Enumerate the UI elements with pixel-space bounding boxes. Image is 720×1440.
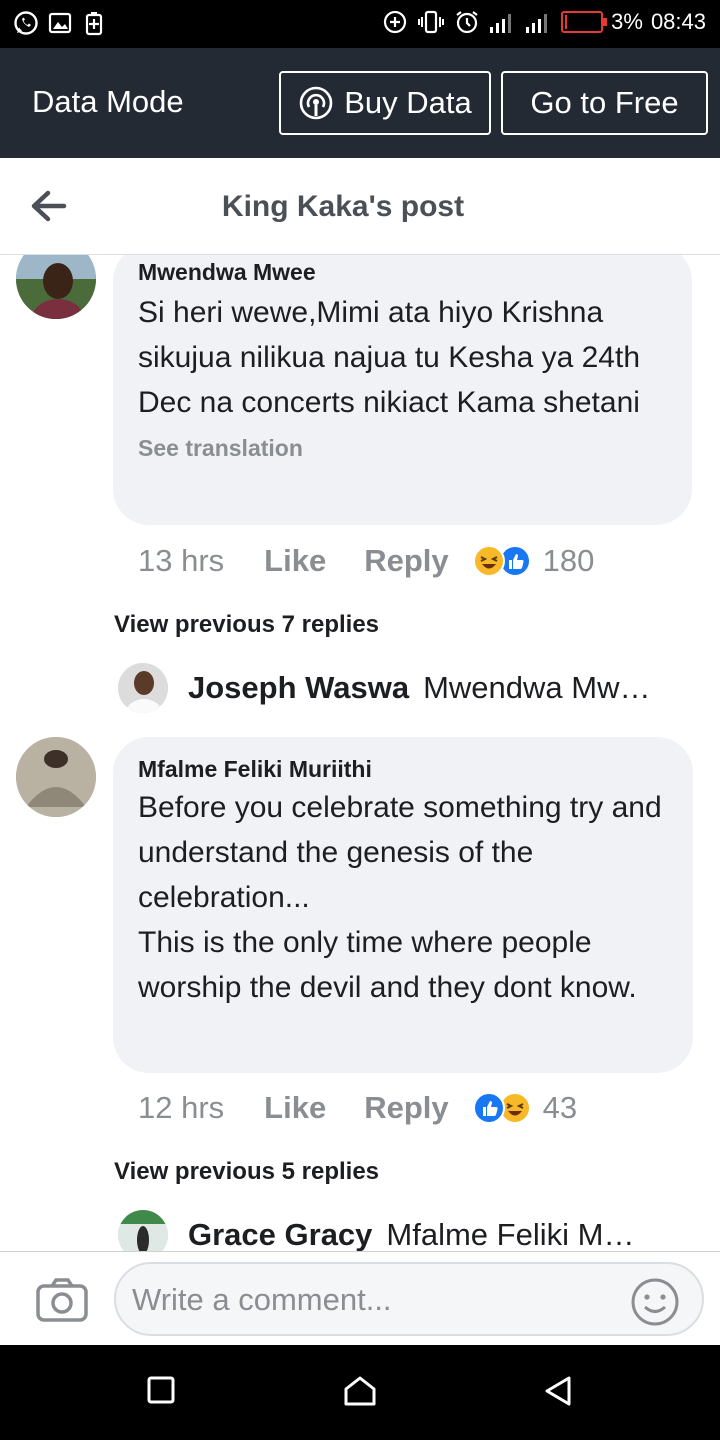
comment-author[interactable]: Mwendwa Mwee: [138, 259, 672, 286]
back-icon[interactable]: [543, 1375, 573, 1412]
comment-input[interactable]: Write a comment...: [114, 1262, 704, 1336]
post-header: King Kaka's post: [0, 158, 720, 255]
buy-data-button[interactable]: Buy Data: [279, 71, 491, 135]
data-mode-title: Data Mode: [32, 84, 184, 119]
like-button[interactable]: Like: [264, 1090, 326, 1126]
comment-composer: Write a comment...: [0, 1251, 720, 1346]
battery-saver-icon: [80, 9, 108, 37]
data-saver-icon: [381, 8, 409, 36]
reply-button[interactable]: Reply: [364, 1090, 448, 1126]
comment-actions: 13 hrs Like Reply 180: [138, 543, 594, 579]
data-mode-bar: Data Mode Buy Data Go to Free: [0, 48, 720, 158]
reply-preview[interactable]: Grace Gracy Mfalme Feliki Mu…: [118, 1210, 636, 1251]
clock: 08:43: [650, 9, 706, 34]
comment-bubble: Mfalme Feliki Muriithi Before you celebr…: [113, 737, 693, 1073]
comment-actions: 12 hrs Like Reply 43: [138, 1090, 577, 1126]
comment-text: Si heri wewe,Mimi ata hiyo Krishna sikuj…: [138, 296, 641, 419]
whatsapp-icon: [12, 9, 40, 37]
alarm-icon: [453, 8, 481, 36]
broadcast-icon: [298, 85, 334, 121]
comment-time: 12 hrs: [138, 1090, 225, 1125]
avatar: [118, 663, 168, 713]
system-nav-bar: [0, 1345, 720, 1440]
comment-time: 13 hrs: [138, 543, 225, 578]
avatar[interactable]: [16, 737, 96, 817]
view-previous-replies-link[interactable]: View previous 7 replies: [114, 611, 379, 639]
vibrate-icon: [417, 8, 445, 36]
reply-text: Mfalme Feliki Mu…: [386, 1217, 637, 1251]
reactions-summary[interactable]: 43: [472, 1090, 578, 1126]
signal-icon: [489, 8, 517, 36]
see-translation-link[interactable]: See translation: [138, 435, 672, 462]
battery-icon: [561, 11, 608, 33]
reply-author: Grace Gracy: [188, 1217, 373, 1251]
reply-button[interactable]: Reply: [364, 543, 448, 579]
camera-icon[interactable]: [36, 1278, 88, 1327]
go-to-free-button[interactable]: Go to Free: [501, 71, 708, 135]
reaction-count: 43: [542, 1090, 578, 1125]
reaction-count: 180: [542, 543, 595, 578]
comment-bubble: Mwendwa Mwee Si heri wewe,Mimi ata hiyo …: [113, 255, 692, 525]
reply-preview[interactable]: Joseph Waswa Mwendwa Mw…: [118, 663, 673, 713]
like-reaction-icon: [472, 1092, 505, 1124]
avatar[interactable]: [16, 255, 96, 319]
avatar: [118, 1210, 168, 1251]
page-title: King Kaka's post: [221, 190, 465, 223]
haha-reaction-icon: [472, 545, 505, 577]
emoji-icon[interactable]: [630, 1277, 680, 1332]
recents-icon[interactable]: [146, 1375, 176, 1410]
reactions-summary[interactable]: 180: [472, 543, 595, 579]
like-button[interactable]: Like: [264, 543, 326, 579]
status-bar: 3% 08:43: [0, 0, 720, 48]
view-previous-replies-link[interactable]: View previous 5 replies: [114, 1158, 379, 1186]
reply-text: Mwendwa Mw…: [423, 670, 651, 705]
home-icon[interactable]: [343, 1375, 377, 1412]
comment-text: Before you celebrate something try and u…: [138, 791, 662, 1004]
reply-author: Joseph Waswa: [188, 670, 410, 705]
battery-percent: 3%: [611, 9, 643, 34]
image-icon: [46, 9, 74, 37]
go-to-free-label: Go to Free: [530, 85, 679, 120]
buy-data-label: Buy Data: [344, 85, 472, 120]
comment-author[interactable]: Mfalme Feliki Muriithi: [138, 756, 673, 783]
comments-feed[interactable]: Mwendwa Mwee Si heri wewe,Mimi ata hiyo …: [0, 255, 720, 1251]
signal-icon: [525, 8, 553, 36]
